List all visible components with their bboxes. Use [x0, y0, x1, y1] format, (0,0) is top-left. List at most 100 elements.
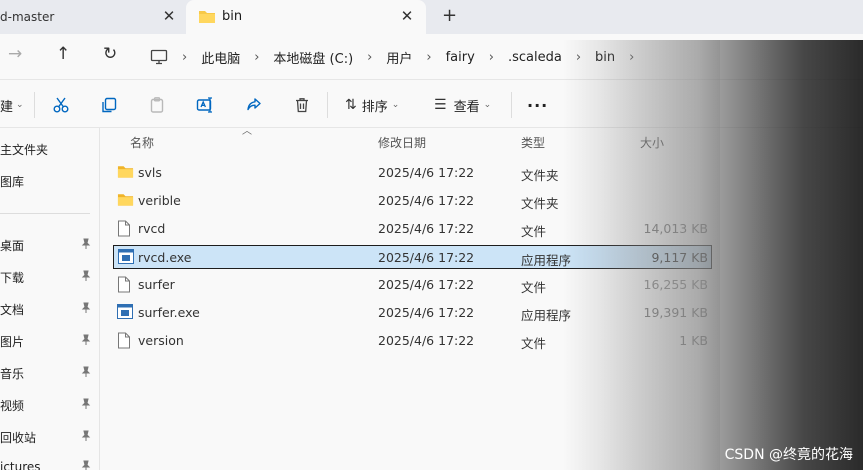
- sidebar-item-pictures-folder[interactable]: ictures: [0, 456, 100, 470]
- file-row[interactable]: surfer 2025/4/6 17:22 文件 16,255 KB: [113, 273, 712, 297]
- close-icon[interactable]: ✕: [160, 7, 178, 25]
- chevron-down-icon: ⌄: [483, 100, 492, 110]
- file-row[interactable]: surfer.exe 2025/4/6 17:22 应用程序 19,391 KB: [113, 301, 712, 325]
- file-name: version: [138, 333, 184, 348]
- column-header-type[interactable]: 类型: [521, 128, 545, 156]
- file-date: 2025/4/6 17:22: [378, 305, 475, 320]
- file-name: verible: [138, 193, 181, 208]
- file-date: 2025/4/6 17:22: [378, 221, 475, 236]
- file-row-selected[interactable]: rvcd.exe 2025/4/6 17:22 应用程序 9,117 KB: [113, 245, 712, 269]
- sort-button[interactable]: ⇅ 排序 ⌄: [345, 94, 399, 116]
- sidebar-item-label: 音乐: [0, 366, 25, 381]
- close-icon[interactable]: ✕: [398, 7, 416, 25]
- more-options-icon[interactable]: ···: [527, 94, 548, 116]
- sidebar-item-pictures[interactable]: 图片: [0, 330, 100, 352]
- file-name: surfer: [138, 277, 175, 292]
- new-tab-icon[interactable]: +: [442, 5, 457, 26]
- address-bar: → ↑ ↻ › 此电脑 › 本地磁盘 (C:) › 用户 › fairy › .…: [0, 34, 863, 80]
- file-type: 文件: [521, 336, 547, 351]
- chevron-down-icon: ⌄: [391, 100, 400, 110]
- file-row[interactable]: version 2025/4/6 17:22 文件 1 KB: [113, 329, 712, 353]
- tab-bar: d-master ✕ bin ✕ +: [0, 0, 863, 34]
- sidebar-divider: [0, 213, 90, 214]
- sidebar-item-label: 文档: [0, 302, 25, 317]
- sidebar-item-label: 下载: [0, 270, 25, 285]
- tab-previous-title: d-master: [0, 10, 55, 24]
- new-button[interactable]: 建 ⌄: [0, 94, 24, 116]
- breadcrumb-item[interactable]: .scaleda: [508, 50, 562, 65]
- pin-icon: [80, 398, 92, 413]
- computer-icon: [150, 49, 168, 65]
- chevron-right-icon: ›: [488, 49, 494, 65]
- rename-icon[interactable]: [196, 94, 214, 116]
- breadcrumb-item[interactable]: 本地磁盘 (C:): [273, 48, 353, 67]
- sidebar-item-label: 桌面: [0, 238, 25, 253]
- breadcrumb-item[interactable]: 用户: [386, 48, 412, 67]
- chevron-right-icon: ›: [182, 49, 188, 65]
- folder-icon: [117, 194, 134, 206]
- breadcrumb[interactable]: › 此电脑 › 本地磁盘 (C:) › 用户 › fairy › .scaled…: [150, 40, 863, 74]
- sidebar-item-label: 回收站: [0, 430, 37, 445]
- chevron-right-icon: ›: [254, 49, 260, 65]
- file-size: 14,013 KB: [643, 221, 708, 236]
- file-row[interactable]: rvcd 2025/4/6 17:22 文件 14,013 KB: [113, 217, 712, 241]
- chevron-right-icon: ›: [367, 49, 373, 65]
- pin-icon: [80, 302, 92, 317]
- refresh-icon[interactable]: ↻: [103, 44, 117, 64]
- breadcrumb-item[interactable]: 此电脑: [201, 48, 240, 67]
- column-header-modified[interactable]: 修改日期: [378, 128, 426, 156]
- application-icon: [117, 304, 133, 319]
- sidebar-item-home[interactable]: 主文件夹: [0, 138, 100, 160]
- file-type: 文件夹: [521, 196, 559, 211]
- sidebar-item-label: 图库: [0, 174, 25, 189]
- file-row[interactable]: svls 2025/4/6 17:22 文件夹: [113, 161, 712, 185]
- toolbar-divider: [511, 92, 512, 118]
- file-name: surfer.exe: [138, 305, 200, 320]
- sort-button-label: 排序: [361, 99, 388, 115]
- file-type: 文件: [521, 280, 547, 295]
- paste-icon[interactable]: [148, 94, 166, 116]
- share-icon[interactable]: [245, 94, 263, 116]
- column-header-name[interactable]: 名称: [130, 128, 154, 156]
- sidebar-item-videos[interactable]: 视频: [0, 394, 100, 416]
- sidebar-item-recycle-bin[interactable]: 回收站: [0, 426, 100, 448]
- forward-icon[interactable]: →: [8, 44, 22, 64]
- column-header-label: 大小: [640, 135, 665, 150]
- file-type: 应用程序: [521, 308, 572, 323]
- pin-icon: [80, 238, 92, 253]
- pin-icon: [80, 366, 92, 381]
- sidebar-item-desktop[interactable]: 桌面: [0, 234, 100, 256]
- sidebar-item-downloads[interactable]: 下载: [0, 266, 100, 288]
- column-header-label: 修改日期: [378, 135, 427, 150]
- view-button[interactable]: ☰ 查看 ⌄: [434, 94, 491, 116]
- pin-icon: [80, 460, 92, 470]
- folder-icon: [117, 166, 134, 178]
- file-type: 文件: [521, 224, 547, 239]
- up-icon[interactable]: ↑: [56, 44, 70, 64]
- copy-icon[interactable]: [100, 94, 118, 116]
- chevron-right-icon: ›: [426, 49, 432, 65]
- chevron-right-icon: ›: [629, 49, 635, 65]
- sort-icon: ⇅: [345, 97, 357, 113]
- tab-previous[interactable]: d-master: [0, 0, 186, 34]
- file-size: 1 KB: [679, 333, 708, 348]
- delete-icon[interactable]: [293, 94, 311, 116]
- column-header-label: 名称: [130, 135, 155, 150]
- file-name: svls: [138, 165, 162, 180]
- chevron-right-icon: ›: [575, 49, 582, 65]
- tab-active-title: bin: [222, 9, 243, 24]
- tab-active[interactable]: bin ✕: [186, 0, 426, 34]
- file-row[interactable]: verible 2025/4/6 17:22 文件夹: [113, 189, 712, 213]
- breadcrumb-item[interactable]: bin: [595, 50, 615, 65]
- file-date: 2025/4/6 17:22: [378, 277, 475, 292]
- sidebar-item-gallery[interactable]: 图库: [0, 170, 100, 192]
- watermark-text: CSDN @终竟的花海: [724, 447, 853, 463]
- file-icon: [118, 332, 130, 349]
- column-header-size[interactable]: 大小: [640, 128, 664, 156]
- cut-icon[interactable]: [52, 94, 70, 116]
- sidebar-item-music[interactable]: 音乐: [0, 362, 100, 384]
- pin-icon: [80, 430, 92, 445]
- breadcrumb-item[interactable]: fairy: [446, 50, 475, 65]
- view-button-label: 查看: [453, 99, 480, 115]
- sidebar-item-documents[interactable]: 文档: [0, 298, 100, 320]
